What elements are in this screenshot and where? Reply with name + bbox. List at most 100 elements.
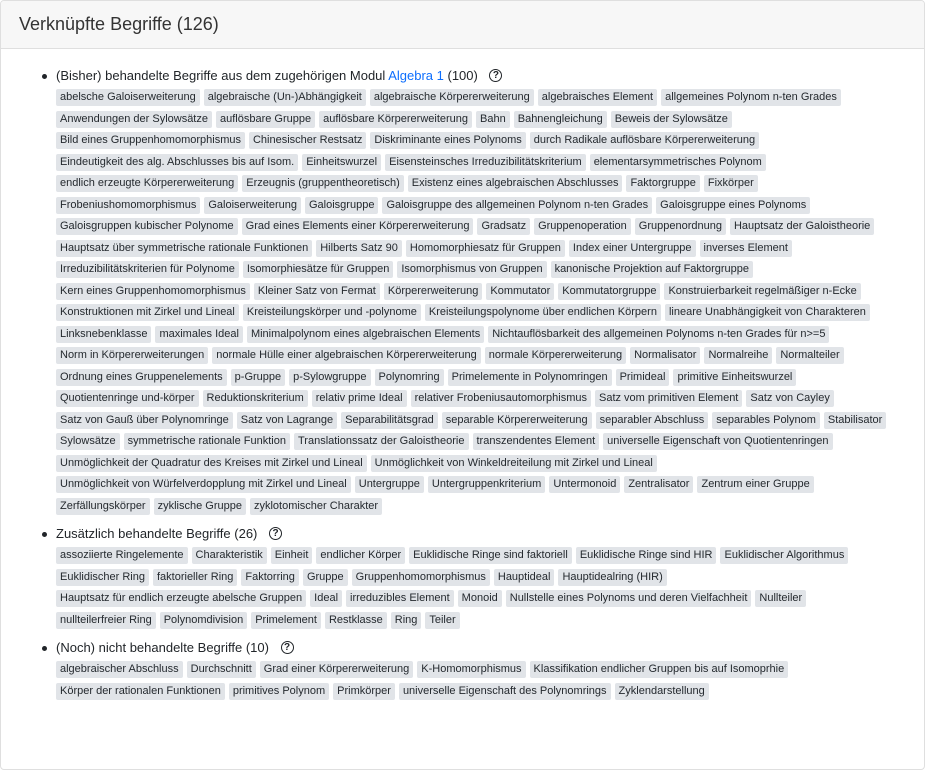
term-tag[interactable]: Sylowsätze	[56, 433, 120, 450]
term-tag[interactable]: Fixkörper	[703, 175, 758, 192]
module-link[interactable]: Algebra 1	[388, 68, 444, 83]
term-tag[interactable]: Zentrum einer Gruppe	[697, 476, 814, 493]
term-tag[interactable]: algebraischer Abschluss	[56, 661, 183, 678]
help-icon[interactable]: ?	[269, 527, 283, 541]
term-tag[interactable]: Homomorphiesatz für Gruppen	[405, 239, 565, 257]
term-tag[interactable]: Faktorring	[241, 568, 299, 586]
term-tag[interactable]: Galoisgruppe eines Polynoms	[656, 196, 811, 214]
term-tag[interactable]: universelle Eigenschaft des Polynomrings	[398, 682, 611, 700]
term-tag[interactable]: Hauptsatz für endlich erzeugte abelsche …	[56, 590, 307, 607]
term-tag[interactable]: Galoisgruppe des allgemeinen Polynom n-t…	[382, 196, 653, 214]
term-tag[interactable]: auflösbare Gruppe	[215, 110, 316, 128]
term-tag[interactable]: Nullteiler	[755, 590, 807, 607]
term-tag[interactable]: Index einer Untergruppe	[568, 239, 696, 257]
term-tag[interactable]: Satz von Lagrange	[236, 411, 338, 429]
term-tag[interactable]: assoziierte Ringelemente	[56, 547, 188, 564]
term-tag[interactable]: Galoisgruppen kubischer Polynome	[56, 218, 238, 235]
term-tag[interactable]: Primideal	[615, 368, 670, 386]
help-icon[interactable]: ?	[280, 641, 294, 655]
term-tag[interactable]: p-Sylowgruppe	[289, 368, 371, 386]
term-tag[interactable]: Ring	[390, 611, 422, 629]
term-tag[interactable]: abelsche Galoiserweiterung	[56, 89, 200, 106]
term-tag[interactable]: Euklidischer Ring	[56, 568, 149, 586]
term-tag[interactable]: Norm in Körpererweiterungen	[56, 347, 209, 364]
term-tag[interactable]: Unmöglichkeit der Quadratur des Kreises …	[56, 454, 367, 472]
term-tag[interactable]: separable Körpererweiterung	[441, 411, 592, 429]
term-tag[interactable]: Euklidische Ringe sind HIR	[575, 547, 717, 564]
term-tag[interactable]: Isomorphiesätze für Gruppen	[242, 261, 394, 278]
term-tag[interactable]: Euklidischer Algorithmus	[720, 547, 849, 564]
term-tag[interactable]: algebraische Körpererweiterung	[369, 89, 534, 106]
term-tag[interactable]: Hilberts Satz 90	[316, 239, 402, 257]
help-icon[interactable]: ?	[489, 69, 503, 83]
term-tag[interactable]: Nullstelle eines Polynoms und deren Viel…	[505, 590, 752, 607]
term-tag[interactable]: Existenz eines algebraischen Abschlusses	[407, 175, 623, 192]
term-tag[interactable]: irreduzibles Element	[346, 590, 454, 607]
term-tag[interactable]: Zentralisator	[624, 476, 694, 493]
term-tag[interactable]: Restklasse	[324, 611, 387, 629]
term-tag[interactable]: universelle Eigenschaft von Quotientenri…	[603, 433, 833, 450]
term-tag[interactable]: Körper der rationalen Funktionen	[56, 682, 225, 700]
term-tag[interactable]: Untergruppenkriterium	[427, 476, 546, 493]
term-tag[interactable]: Zerfällungskörper	[56, 497, 150, 515]
term-tag[interactable]: Normalteiler	[776, 347, 844, 364]
term-tag[interactable]: p-Gruppe	[230, 368, 286, 386]
term-tag[interactable]: Euklidische Ringe sind faktoriell	[409, 547, 572, 564]
term-tag[interactable]: Minimalpolynom eines algebraischen Eleme…	[246, 325, 485, 343]
term-tag[interactable]: Untergruppe	[354, 476, 424, 493]
term-tag[interactable]: separabler Abschluss	[595, 411, 709, 429]
term-tag[interactable]: Satz vom primitiven Element	[594, 390, 743, 407]
term-tag[interactable]: allgemeines Polynom n-ten Grades	[661, 89, 841, 106]
term-tag[interactable]: Erzeugnis (gruppentheoretisch)	[242, 175, 404, 192]
term-tag[interactable]: Kern eines Gruppenhomomorphismus	[56, 282, 250, 300]
term-tag[interactable]: Gruppe	[302, 568, 348, 586]
term-tag[interactable]: Linksnebenklasse	[56, 325, 152, 343]
term-tag[interactable]: elementarsymmetrisches Polynom	[589, 153, 766, 171]
term-tag[interactable]: Gruppenoperation	[534, 218, 631, 235]
term-tag[interactable]: zyklische Gruppe	[153, 497, 246, 515]
term-tag[interactable]: endlich erzeugte Körpererweiterung	[56, 175, 239, 192]
term-tag[interactable]: Einheitswurzel	[302, 153, 382, 171]
term-tag[interactable]: primitive Einheitswurzel	[673, 368, 797, 386]
term-tag[interactable]: auflösbare Körpererweiterung	[319, 110, 473, 128]
term-tag[interactable]: maximales Ideal	[155, 325, 243, 343]
term-tag[interactable]: Ordnung eines Gruppenelements	[56, 368, 227, 386]
term-tag[interactable]: Polynomring	[374, 368, 444, 386]
term-tag[interactable]: Isomorphismus von Gruppen	[397, 261, 547, 278]
term-tag[interactable]: Gruppenhomomorphismus	[351, 568, 490, 586]
term-tag[interactable]: Eindeutigkeit des alg. Abschlusses bis a…	[56, 153, 299, 171]
term-tag[interactable]: Eisensteinsches Irreduzibilitätskriteriu…	[385, 153, 586, 171]
term-tag[interactable]: Galoisgruppe	[305, 196, 379, 214]
term-tag[interactable]: Quotientenringe und-körper	[56, 390, 199, 407]
term-tag[interactable]: Bahnengleichung	[513, 110, 607, 128]
term-tag[interactable]: Chinesischer Restsatz	[248, 132, 367, 149]
term-tag[interactable]: zyklotomischer Charakter	[249, 497, 383, 515]
term-tag[interactable]: Anwendungen der Sylowsätze	[56, 110, 212, 128]
term-tag[interactable]: relativer Frobeniusautomorphismus	[410, 390, 591, 407]
term-tag[interactable]: durch Radikale auflösbare Körpererweiter…	[529, 132, 760, 149]
term-tag[interactable]: Durchschnitt	[186, 661, 256, 678]
term-tag[interactable]: Monoid	[457, 590, 502, 607]
term-tag[interactable]: Kreisteilungspolynome über endlichen Kör…	[424, 304, 661, 321]
term-tag[interactable]: Bahn	[476, 110, 510, 128]
term-tag[interactable]: Satz von Cayley	[746, 390, 834, 407]
term-tag[interactable]: Konstruktionen mit Zirkel und Lineal	[56, 304, 239, 321]
term-tag[interactable]: normale Hülle einer algebraischen Körper…	[212, 347, 481, 364]
term-tag[interactable]: lineare Unabhängigkeit von Charakteren	[664, 304, 870, 321]
term-tag[interactable]: Faktorgruppe	[626, 175, 700, 192]
term-tag[interactable]: separables Polynom	[712, 411, 820, 429]
term-tag[interactable]: Separabilitätsgrad	[341, 411, 438, 429]
term-tag[interactable]: Hauptidealring (HIR)	[558, 568, 667, 586]
term-tag[interactable]: Kommutatorgruppe	[558, 282, 661, 300]
term-tag[interactable]: normale Körpererweiterung	[484, 347, 627, 364]
term-tag[interactable]: K-Homomorphismus	[417, 661, 526, 678]
term-tag[interactable]: Normalreihe	[704, 347, 773, 364]
term-tag[interactable]: Translationssatz der Galoistheorie	[293, 433, 469, 450]
term-tag[interactable]: Gruppenordnung	[634, 218, 726, 235]
term-tag[interactable]: Teiler	[425, 611, 460, 629]
term-tag[interactable]: endlicher Körper	[316, 547, 406, 564]
term-tag[interactable]: relativ prime Ideal	[311, 390, 407, 407]
term-tag[interactable]: Charakteristik	[191, 547, 267, 564]
term-tag[interactable]: Grad eines Elements einer Körpererweiter…	[241, 218, 474, 235]
term-tag[interactable]: Hauptideal	[493, 568, 555, 586]
